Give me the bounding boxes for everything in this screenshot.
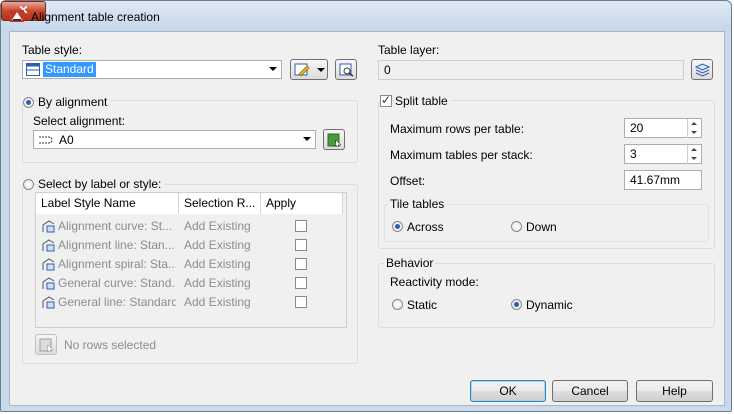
offset-input[interactable]: 41.67mm — [624, 170, 702, 190]
table-row[interactable]: Alignment curve: St... Add Existing — [36, 217, 343, 236]
label-style-icon — [42, 296, 55, 309]
pick-icon — [339, 63, 354, 77]
help-button[interactable]: Help — [636, 380, 713, 402]
dialog-body: Table style: Standard Table layer: 0 By … — [9, 31, 725, 406]
apply-checkbox[interactable] — [295, 220, 307, 232]
column-header-apply[interactable]: Apply — [261, 193, 343, 214]
label-style-name: Alignment curve: St... — [58, 219, 173, 233]
table-layer-field[interactable]: 0 — [378, 60, 684, 80]
chevron-down-icon — [317, 68, 325, 72]
column-header-selection-rule[interactable]: Selection R... — [179, 193, 261, 214]
title-bar[interactable]: Alignment table creation ✕ — [1, 1, 731, 31]
apply-checkbox[interactable] — [295, 296, 307, 308]
pick-alignment-button[interactable] — [323, 129, 345, 150]
offset-label: Offset: — [390, 174, 426, 188]
selection-status: No rows selected — [64, 338, 157, 352]
reactivity-label: Reactivity mode: — [390, 275, 479, 289]
pick-rows-icon — [39, 338, 54, 352]
layers-icon — [695, 63, 710, 77]
selection-rule: Add Existing — [184, 295, 251, 309]
table-row[interactable]: Alignment line: Stan... Add Existing — [36, 236, 343, 255]
max-tables-value: 3 — [630, 147, 637, 161]
tile-across-label: Across — [407, 220, 444, 234]
by-alignment-radio[interactable] — [23, 97, 34, 108]
max-rows-input[interactable]: 20 — [624, 118, 702, 138]
tile-down-label: Down — [526, 220, 557, 234]
selection-rule: Add Existing — [184, 257, 251, 271]
spin-down-icon — [691, 157, 697, 160]
selection-rule: Add Existing — [184, 219, 251, 233]
ok-button[interactable]: OK — [470, 380, 546, 402]
pick-style-button[interactable] — [335, 59, 357, 80]
column-header-label-style[interactable]: Label Style Name — [36, 193, 179, 214]
alignment-icon — [39, 136, 53, 144]
label-style-icon — [42, 258, 55, 271]
label-style-table: Label Style Name Selection R... Apply Al… — [35, 192, 347, 328]
chevron-down-icon — [303, 137, 311, 141]
dynamic-radio[interactable] — [511, 299, 522, 310]
max-tables-spinner[interactable] — [687, 145, 701, 164]
by-alignment-label: By alignment — [38, 95, 111, 109]
max-rows-spinner[interactable] — [687, 119, 701, 138]
by-label-label: Select by label or style: — [38, 177, 165, 191]
chevron-down-icon — [269, 67, 277, 71]
apply-checkbox[interactable] — [295, 277, 307, 289]
label-style-name: General curve: Stand... — [58, 276, 176, 290]
static-label: Static — [407, 298, 438, 312]
apply-checkbox[interactable] — [295, 239, 307, 251]
by-label-radio[interactable] — [23, 179, 34, 190]
table-row[interactable]: Alignment spiral: Sta... Add Existing — [36, 255, 343, 274]
label-style-name: General line: Standard — [58, 295, 176, 309]
table-style-label: Table style: — [22, 43, 83, 57]
selection-rule: Add Existing — [184, 238, 251, 252]
edit-pencil-icon — [294, 63, 310, 77]
label-style-icon — [42, 239, 55, 252]
label-style-name: Alignment spiral: Sta... — [58, 257, 176, 271]
split-table-checkbox[interactable] — [380, 93, 392, 107]
alignment-dropdown[interactable]: A0 — [33, 130, 316, 149]
table-style-value: Standard — [43, 62, 96, 77]
label-style-icon — [42, 220, 55, 233]
tile-down-radio[interactable] — [511, 221, 522, 232]
label-style-icon — [42, 277, 55, 290]
dialog-window: Alignment table creation ✕ Table style: … — [0, 0, 732, 412]
max-tables-input[interactable]: 3 — [624, 144, 702, 164]
spin-up-icon — [691, 148, 697, 151]
table-style-icon — [26, 63, 40, 76]
max-rows-value: 20 — [630, 121, 644, 135]
dynamic-label: Dynamic — [526, 298, 573, 312]
table-style-dropdown[interactable]: Standard — [22, 60, 282, 79]
cancel-button[interactable]: Cancel — [552, 380, 628, 402]
behavior-group — [378, 263, 715, 328]
table-layer-label: Table layer: — [378, 43, 440, 57]
edit-style-button[interactable] — [290, 59, 328, 80]
max-tables-label: Maximum tables per stack: — [390, 148, 533, 162]
apply-checkbox[interactable] — [295, 258, 307, 270]
label-style-name: Alignment line: Stan... — [58, 238, 175, 252]
behavior-label: Behavior — [384, 256, 436, 270]
spin-up-icon — [691, 122, 697, 125]
selection-rule: Add Existing — [184, 276, 251, 290]
app-icon — [10, 10, 24, 22]
split-table-label: Split table — [395, 94, 451, 108]
window-title: Alignment table creation — [31, 10, 160, 24]
tile-tables-label: Tile tables — [388, 197, 447, 211]
spin-down-icon — [691, 131, 697, 134]
alignment-value: A0 — [59, 133, 74, 147]
layer-select-button[interactable] — [691, 59, 713, 80]
table-row[interactable]: General curve: Stand... Add Existing — [36, 274, 343, 293]
table-row[interactable]: General line: Standard Add Existing — [36, 293, 343, 312]
tile-across-radio[interactable] — [392, 221, 403, 232]
pick-alignment-icon — [327, 133, 342, 147]
remove-rows-button[interactable] — [35, 334, 57, 355]
max-rows-label: Maximum rows per table: — [390, 122, 525, 136]
select-alignment-label: Select alignment: — [33, 114, 126, 128]
static-radio[interactable] — [392, 299, 403, 310]
